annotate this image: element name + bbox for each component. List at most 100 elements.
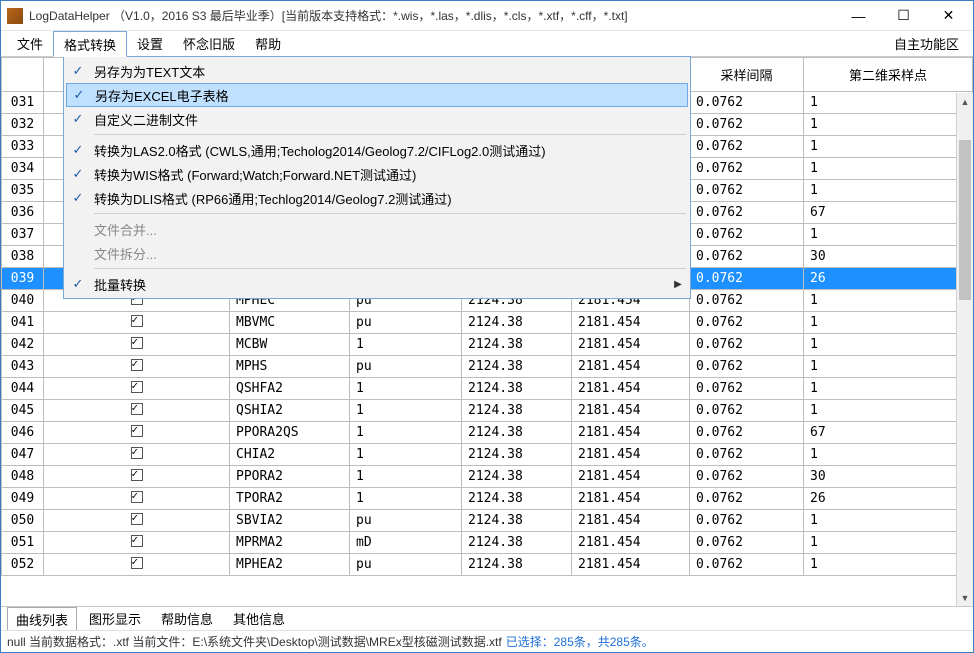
table-row[interactable]: 047CHIA212124.382181.4540.07621 [2, 444, 973, 466]
checkbox-icon[interactable] [131, 535, 143, 547]
cell-step[interactable]: 0.0762 [690, 378, 804, 400]
table-row[interactable]: 050SBVIA2pu2124.382181.4540.07621 [2, 510, 973, 532]
cell-end[interactable]: 2181.454 [572, 312, 690, 334]
row-checkbox-cell[interactable] [44, 532, 230, 554]
menu-help[interactable]: 帮助 [245, 31, 291, 56]
row-number[interactable]: 033 [2, 136, 44, 158]
cell-unit[interactable]: 1 [350, 466, 462, 488]
table-row[interactable]: 042MCBW12124.382181.4540.07621 [2, 334, 973, 356]
row-number[interactable]: 044 [2, 378, 44, 400]
row-number[interactable]: 031 [2, 92, 44, 114]
table-row[interactable]: 052MPHEA2pu2124.382181.4540.07621 [2, 554, 973, 576]
cell-end[interactable]: 2181.454 [572, 510, 690, 532]
cell-d2[interactable]: 1 [804, 510, 973, 532]
cell-end[interactable]: 2181.454 [572, 488, 690, 510]
checkbox-icon[interactable] [131, 359, 143, 371]
row-number[interactable]: 043 [2, 356, 44, 378]
cell-d2[interactable]: 1 [804, 114, 973, 136]
row-number[interactable]: 036 [2, 202, 44, 224]
cell-d2[interactable]: 1 [804, 554, 973, 576]
col-d2-header[interactable]: 第二维采样点 [804, 58, 973, 92]
cell-unit[interactable]: pu [350, 510, 462, 532]
cell-unit[interactable]: mD [350, 532, 462, 554]
checkbox-icon[interactable] [131, 337, 143, 349]
cell-unit[interactable]: 1 [350, 444, 462, 466]
row-number[interactable]: 041 [2, 312, 44, 334]
cell-name[interactable]: QSHFA2 [230, 378, 350, 400]
row-number[interactable]: 035 [2, 180, 44, 202]
cell-d2[interactable]: 67 [804, 202, 973, 224]
cell-name[interactable]: QSHIA2 [230, 400, 350, 422]
cell-d2[interactable]: 1 [804, 158, 973, 180]
table-row[interactable]: 049TPORA212124.382181.4540.076226 [2, 488, 973, 510]
row-number[interactable]: 038 [2, 246, 44, 268]
cell-step[interactable]: 0.0762 [690, 92, 804, 114]
row-number[interactable]: 046 [2, 422, 44, 444]
row-number[interactable]: 039 [2, 268, 44, 290]
cell-start[interactable]: 2124.38 [462, 532, 572, 554]
row-number[interactable]: 052 [2, 554, 44, 576]
row-number[interactable]: 045 [2, 400, 44, 422]
dropdown-item[interactable]: ✓另存为EXCEL电子表格 [66, 83, 688, 107]
cell-step[interactable]: 0.0762 [690, 554, 804, 576]
cell-name[interactable]: SBVIA2 [230, 510, 350, 532]
table-row[interactable]: 048PPORA212124.382181.4540.076230 [2, 466, 973, 488]
cell-step[interactable]: 0.0762 [690, 444, 804, 466]
cell-step[interactable]: 0.0762 [690, 136, 804, 158]
cell-d2[interactable]: 1 [804, 532, 973, 554]
dropdown-item[interactable]: ✓自定义二进制文件 [66, 107, 688, 131]
checkbox-icon[interactable] [131, 425, 143, 437]
cell-unit[interactable]: 1 [350, 334, 462, 356]
cell-name[interactable]: TPORA2 [230, 488, 350, 510]
cell-d2[interactable]: 1 [804, 312, 973, 334]
cell-d2[interactable]: 1 [804, 92, 973, 114]
dropdown-item[interactable]: ✓转换为WIS格式 (Forward;Watch;Forward.NET测试通过… [66, 162, 688, 186]
cell-d2[interactable]: 1 [804, 444, 973, 466]
row-checkbox-cell[interactable] [44, 422, 230, 444]
cell-unit[interactable]: 1 [350, 422, 462, 444]
cell-start[interactable]: 2124.38 [462, 422, 572, 444]
cell-unit[interactable]: 1 [350, 400, 462, 422]
scroll-thumb[interactable] [959, 140, 971, 300]
cell-end[interactable]: 2181.454 [572, 400, 690, 422]
row-number[interactable]: 040 [2, 290, 44, 312]
cell-d2[interactable]: 1 [804, 136, 973, 158]
row-checkbox-cell[interactable] [44, 444, 230, 466]
menu-old-version[interactable]: 怀念旧版 [173, 31, 245, 56]
cell-d2[interactable]: 1 [804, 334, 973, 356]
cell-step[interactable]: 0.0762 [690, 114, 804, 136]
checkbox-icon[interactable] [131, 403, 143, 415]
cell-d2[interactable]: 26 [804, 268, 973, 290]
table-row[interactable]: 051MPRMA2mD2124.382181.4540.07621 [2, 532, 973, 554]
row-number[interactable]: 042 [2, 334, 44, 356]
cell-unit[interactable]: pu [350, 356, 462, 378]
table-row[interactable]: 045QSHIA212124.382181.4540.07621 [2, 400, 973, 422]
maximize-button[interactable]: ☐ [881, 1, 926, 30]
cell-end[interactable]: 2181.454 [572, 466, 690, 488]
cell-name[interactable]: MPHEA2 [230, 554, 350, 576]
cell-unit[interactable]: 1 [350, 488, 462, 510]
cell-unit[interactable]: 1 [350, 378, 462, 400]
cell-start[interactable]: 2124.38 [462, 466, 572, 488]
cell-name[interactable]: MPRMA2 [230, 532, 350, 554]
checkbox-icon[interactable] [131, 447, 143, 459]
row-number[interactable]: 049 [2, 488, 44, 510]
cell-start[interactable]: 2124.38 [462, 356, 572, 378]
checkbox-icon[interactable] [131, 469, 143, 481]
table-row[interactable]: 041MBVMCpu2124.382181.4540.07621 [2, 312, 973, 334]
dropdown-item[interactable]: ✓批量转换▶ [66, 272, 688, 296]
cell-step[interactable]: 0.0762 [690, 268, 804, 290]
cell-start[interactable]: 2124.38 [462, 400, 572, 422]
cell-start[interactable]: 2124.38 [462, 444, 572, 466]
cell-start[interactable]: 2124.38 [462, 554, 572, 576]
cell-name[interactable]: MBVMC [230, 312, 350, 334]
checkbox-icon[interactable] [131, 513, 143, 525]
cell-d2[interactable]: 1 [804, 356, 973, 378]
table-row[interactable]: 046PPORA2QS12124.382181.4540.076267 [2, 422, 973, 444]
cell-d2[interactable]: 1 [804, 224, 973, 246]
dropdown-item[interactable]: ✓转换为LAS2.0格式 (CWLS,通用;Techolog2014/Geolo… [66, 138, 688, 162]
cell-step[interactable]: 0.0762 [690, 532, 804, 554]
scroll-down-icon[interactable]: ▼ [957, 589, 973, 606]
tab-other-info[interactable]: 其他信息 [225, 607, 293, 630]
dropdown-item[interactable]: ✓转换为DLIS格式 (RP66通用;Techlog2014/Geolog7.2… [66, 186, 688, 210]
